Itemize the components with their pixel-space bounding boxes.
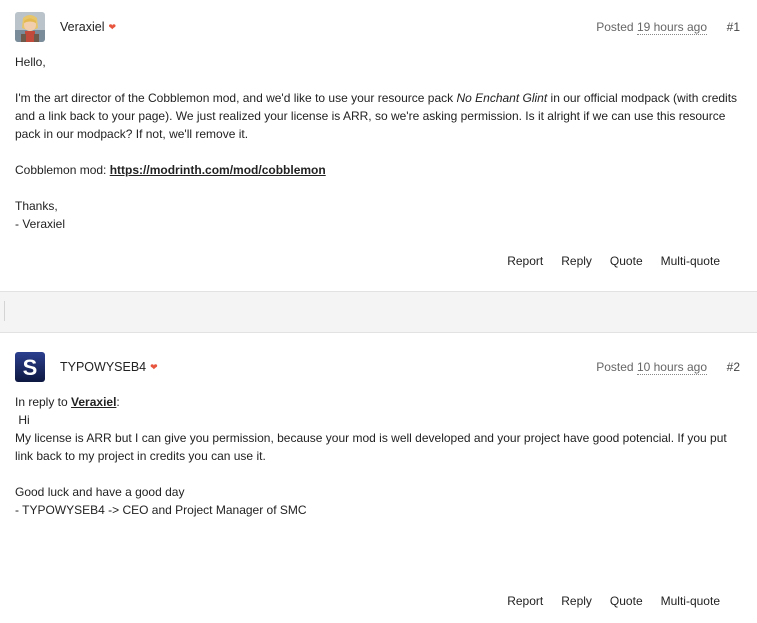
post-timestamp: Posted 10 hours ago bbox=[596, 360, 707, 375]
username-text[interactable]: Veraxiel bbox=[60, 20, 104, 34]
reply-user-link[interactable]: Veraxiel bbox=[71, 395, 116, 409]
posted-label: Posted bbox=[596, 360, 634, 374]
greeting-text: Hi bbox=[18, 413, 30, 427]
username[interactable]: Veraxiel ❤ bbox=[60, 20, 116, 34]
username-text[interactable]: TYPOWYSEB4 bbox=[60, 360, 146, 374]
pack-name: No Enchant Glint bbox=[456, 91, 548, 105]
post-paragraph: I'm the art director of the Cobblemon mo… bbox=[15, 89, 740, 143]
username[interactable]: TYPOWYSEB4 ❤ bbox=[60, 360, 158, 374]
reply-prefix: In reply to bbox=[15, 395, 72, 409]
s-logo-avatar-icon: S bbox=[15, 352, 45, 382]
quote-button[interactable]: Quote bbox=[610, 254, 643, 268]
report-button[interactable]: Report bbox=[507, 594, 543, 608]
posted-time[interactable]: 19 hours ago bbox=[636, 20, 707, 35]
mod-label: Cobblemon mod: bbox=[15, 163, 110, 177]
heart-icon: ❤ bbox=[150, 362, 158, 372]
posted-label: Posted bbox=[596, 20, 634, 34]
separator-tick bbox=[4, 301, 5, 321]
post-timestamp: Posted 19 hours ago bbox=[596, 20, 707, 35]
avatar[interactable]: S bbox=[15, 352, 45, 382]
closing: Good luck and have a good day bbox=[15, 485, 185, 499]
post-number[interactable]: #1 bbox=[727, 20, 740, 34]
signature: - Veraxiel bbox=[15, 217, 66, 231]
post-body: In reply to Veraxiel: Hi My license is A… bbox=[15, 393, 740, 519]
reply-header: In reply to Veraxiel: bbox=[15, 393, 740, 411]
post-number[interactable]: #2 bbox=[727, 360, 740, 374]
avatar[interactable] bbox=[15, 12, 45, 42]
post-1: Veraxiel ❤ Posted 19 hours ago #1 Hello, … bbox=[0, 0, 757, 291]
post-paragraph: My license is ARR but I can give you per… bbox=[15, 431, 727, 463]
avatar-image-icon bbox=[15, 12, 45, 42]
posted-time[interactable]: 10 hours ago bbox=[636, 360, 707, 375]
paragraph-text: I'm the art director of the Cobblemon mo… bbox=[15, 91, 457, 105]
report-button[interactable]: Report bbox=[507, 254, 543, 268]
heart-icon: ❤ bbox=[108, 22, 117, 32]
post-body: Hello, I'm the art director of the Cobbl… bbox=[15, 53, 740, 233]
multi-quote-button[interactable]: Multi-quote bbox=[661, 594, 720, 608]
post-actions: Report Reply Quote Multi-quote bbox=[489, 594, 720, 608]
reply-button[interactable]: Reply bbox=[561, 254, 592, 268]
post-separator bbox=[0, 291, 757, 333]
mod-line: Cobblemon mod: https://modrinth.com/mod/… bbox=[15, 161, 740, 179]
mod-link[interactable]: https://modrinth.com/mod/cobblemon bbox=[110, 163, 326, 177]
reply-button[interactable]: Reply bbox=[561, 594, 592, 608]
post-2: S TYPOWYSEB4 ❤ Posted 10 hours ago #2 In … bbox=[0, 333, 757, 623]
greeting: Hi bbox=[15, 411, 740, 429]
signature: - TYPOWYSEB4 -> CEO and Project Manager … bbox=[15, 503, 307, 517]
multi-quote-button[interactable]: Multi-quote bbox=[661, 254, 720, 268]
reply-suffix: : bbox=[116, 395, 120, 409]
svg-text:S: S bbox=[23, 355, 38, 380]
greeting: Hello, bbox=[15, 55, 46, 69]
post-actions: Report Reply Quote Multi-quote bbox=[489, 254, 720, 268]
quote-button[interactable]: Quote bbox=[610, 594, 643, 608]
thanks: Thanks, bbox=[15, 199, 58, 213]
